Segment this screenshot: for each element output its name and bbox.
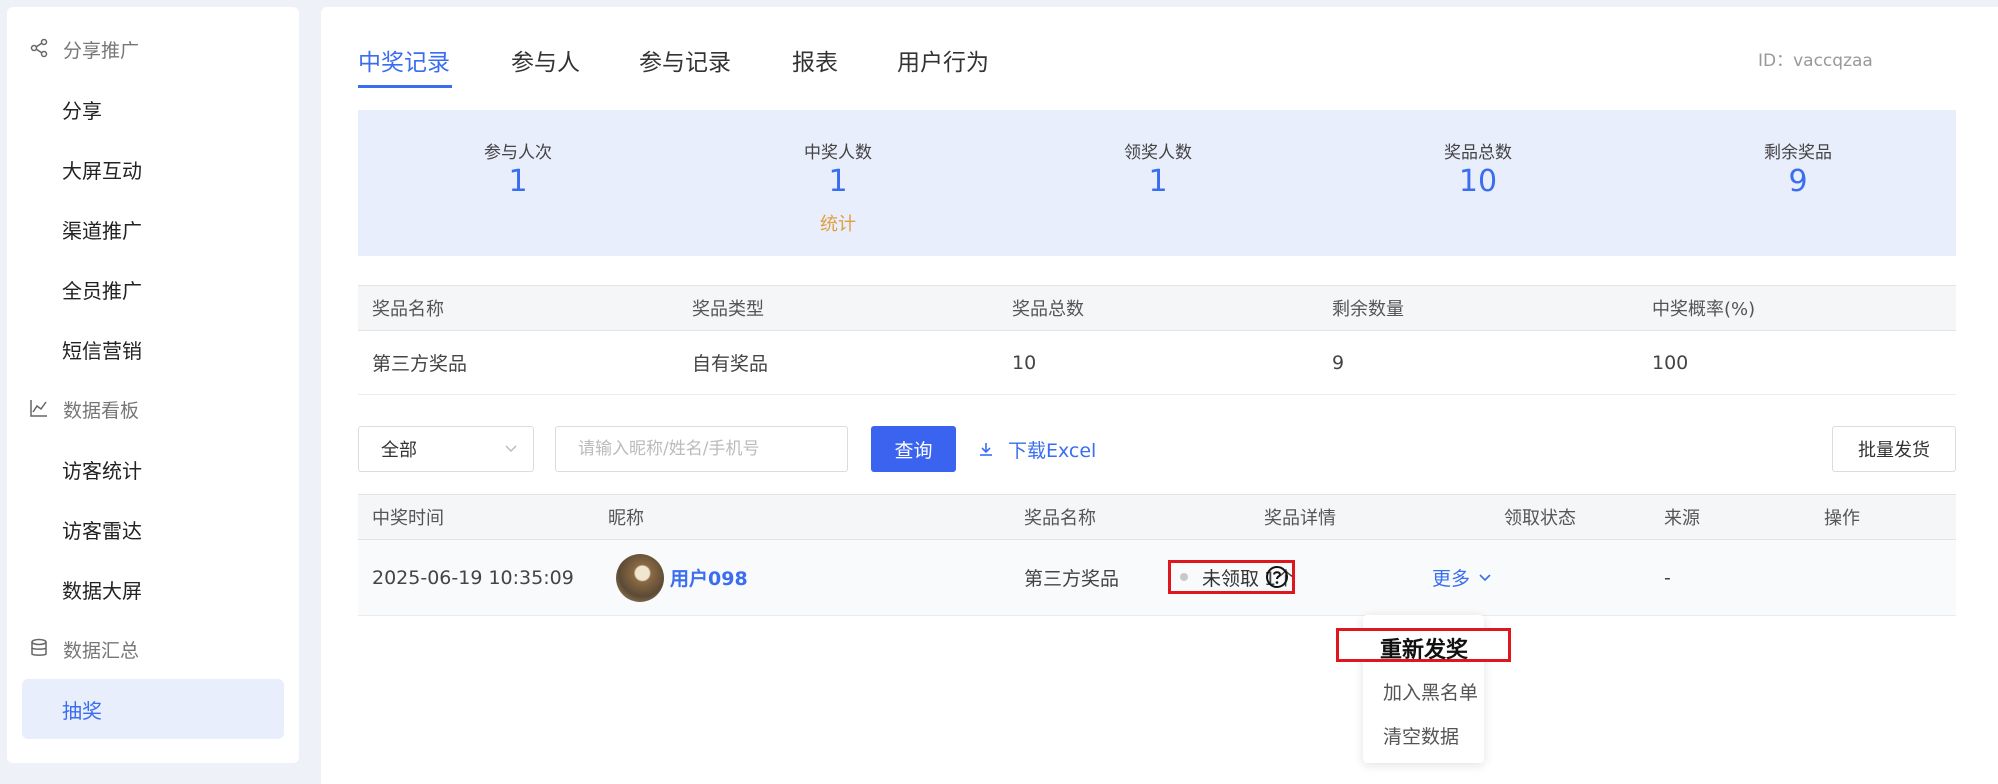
database-icon: [29, 638, 51, 660]
prize-name: 第三方奖品: [1024, 568, 1120, 590]
sidebar-group-label: 数据看板: [63, 399, 140, 422]
tab-participants[interactable]: 参与人: [511, 43, 580, 77]
table-cell: 100: [1652, 351, 1689, 374]
stat-value: 1: [1148, 164, 1168, 199]
sidebar-item-label: 访客统计: [62, 458, 142, 483]
sidebar-item-sms-marketing[interactable]: 短信营销: [22, 319, 284, 379]
menu-item-resend-prize[interactable]: 重新发奖: [1380, 632, 1468, 664]
sidebar-item-channel-promotion[interactable]: 渠道推广: [22, 199, 284, 259]
sidebar-item-label: 访客雷达: [62, 518, 142, 543]
stat-value: 1: [508, 164, 528, 199]
sidebar-group-label: 数据汇总: [63, 639, 140, 662]
sidebar-item-staff-promotion[interactable]: 全员推广: [22, 259, 284, 319]
stat-statistics-link[interactable]: 统计: [678, 210, 998, 236]
sidebar-item-data-screen[interactable]: 数据大屏: [22, 559, 284, 619]
share-icon: [29, 38, 51, 60]
chevron-down-icon: [503, 441, 519, 462]
sidebar-group-summary: 数据汇总: [7, 619, 299, 679]
column-header: 中奖概率(%): [1652, 299, 1756, 320]
column-header: 昵称: [608, 508, 644, 529]
sidebar-item-share[interactable]: 分享: [22, 79, 284, 139]
prize-table: 奖品名称 奖品类型 奖品总数 剩余数量 中奖概率(%) 第三方奖品 自有奖品 1…: [358, 285, 1956, 395]
column-header: 奖品名称: [1024, 508, 1096, 529]
sidebar-item-label: 抽奖: [62, 698, 102, 723]
more-actions-button[interactable]: 更多: [1432, 564, 1492, 591]
download-excel-button[interactable]: 下载Excel: [978, 426, 1096, 472]
stat-label: 参与人次: [484, 143, 552, 163]
sidebar-item-lottery[interactable]: 抽奖: [22, 679, 284, 739]
chevron-down-icon: [1478, 571, 1492, 585]
nickname-cell: 用户098: [616, 540, 748, 615]
table-cell: 9: [1332, 351, 1345, 374]
column-header: 来源: [1664, 508, 1700, 529]
sidebar-item-visitor-radar[interactable]: 访客雷达: [22, 499, 284, 559]
winner-table: 中奖时间 昵称 奖品名称 奖品详情 领取状态 来源 操作 2025-06-19 …: [358, 494, 1956, 616]
sidebar-group-dashboard: 数据看板: [7, 379, 299, 439]
status-text: 未领取: [1202, 567, 1260, 590]
table-row: 第三方奖品 自有奖品 10 9 100: [358, 331, 1956, 395]
table-header: 奖品名称 奖品类型 奖品总数 剩余数量 中奖概率(%): [358, 285, 1956, 331]
nickname-link[interactable]: 用户098: [670, 564, 748, 591]
stats-panel: 参与人次 1 中奖人数 1 统计 领奖人数 1 奖品总数 10 剩余奖品 9: [358, 110, 1956, 256]
sidebar-item-label: 大屏互动: [62, 158, 142, 183]
sidebar-item-label: 短信营销: [62, 338, 142, 363]
tab-participation-records[interactable]: 参与记录: [639, 43, 731, 77]
column-header: 奖品类型: [692, 299, 764, 320]
menu-item-add-blacklist[interactable]: 加入黑名单: [1383, 678, 1478, 705]
sidebar-group-share: 分享推广: [7, 19, 299, 79]
stat-label: 奖品总数: [1444, 143, 1512, 163]
sidebar-item-screen-interaction[interactable]: 大屏互动: [22, 139, 284, 199]
stat-label: 剩余奖品: [1764, 143, 1832, 163]
column-header: 奖品详情: [1264, 508, 1336, 529]
download-label: 下载Excel: [1008, 439, 1097, 462]
menu-item-clear-data[interactable]: 清空数据: [1383, 722, 1459, 749]
help-icon[interactable]: [1265, 565, 1289, 589]
search-input[interactable]: [555, 426, 848, 472]
win-time: 2025-06-19 10:35:09: [372, 566, 574, 589]
stat-value: 10: [1458, 164, 1498, 199]
sidebar-item-label: 全员推广: [62, 278, 142, 303]
stat-value: 1: [828, 164, 848, 199]
more-label: 更多: [1432, 568, 1471, 590]
table-row: 2025-06-19 10:35:09 用户098 第三方奖品 1个 -: [358, 540, 1956, 616]
column-header: 奖品总数: [1012, 299, 1084, 320]
sidebar-group-label: 分享推广: [63, 39, 140, 62]
column-header: 中奖时间: [372, 508, 444, 529]
table-cell: 第三方奖品: [372, 353, 468, 375]
tab-reports[interactable]: 报表: [792, 43, 838, 77]
column-header: 领取状态: [1504, 508, 1576, 529]
main-panel: 中奖记录 参与人 参与记录 报表 用户行为 ID：vaccqzaa 参与人次 1…: [321, 7, 1998, 784]
source: -: [1664, 566, 1671, 589]
table-cell: 10: [1012, 351, 1037, 374]
claim-status: 未领取: [1176, 560, 1289, 594]
status-dot-icon: [1180, 573, 1188, 581]
sidebar-item-label: 渠道推广: [62, 218, 142, 243]
status-filter-select[interactable]: 全部: [358, 426, 534, 472]
active-tab-indicator: [358, 85, 452, 88]
table-header: 中奖时间 昵称 奖品名称 奖品详情 领取状态 来源 操作: [358, 494, 1956, 540]
table-cell: 自有奖品: [692, 353, 769, 375]
column-header: 剩余数量: [1332, 299, 1404, 320]
query-button[interactable]: 查询: [871, 426, 956, 472]
sidebar: 分享推广 分享 大屏互动 渠道推广 全员推广 短信营销 数据看板 访客统计 访客…: [7, 7, 299, 763]
sidebar-item-label: 分享: [62, 98, 102, 123]
batch-ship-button[interactable]: 批量发货: [1832, 426, 1956, 472]
sidebar-item-label: 数据大屏: [62, 578, 142, 603]
stat-label: 领奖人数: [1124, 143, 1192, 163]
tab-winning-records[interactable]: 中奖记录: [358, 43, 450, 77]
chart-line-icon: [29, 398, 51, 420]
column-header: 奖品名称: [372, 299, 444, 320]
tab-user-behavior[interactable]: 用户行为: [897, 43, 989, 77]
sidebar-item-visitor-stats[interactable]: 访客统计: [22, 439, 284, 499]
download-icon: [978, 441, 994, 457]
stat-label: 中奖人数: [804, 143, 872, 163]
column-header: 操作: [1824, 508, 1860, 529]
activity-id: ID：vaccqzaa: [1758, 51, 1873, 71]
avatar: [616, 553, 664, 602]
stat-value: 9: [1788, 164, 1808, 199]
select-value: 全部: [381, 440, 417, 461]
